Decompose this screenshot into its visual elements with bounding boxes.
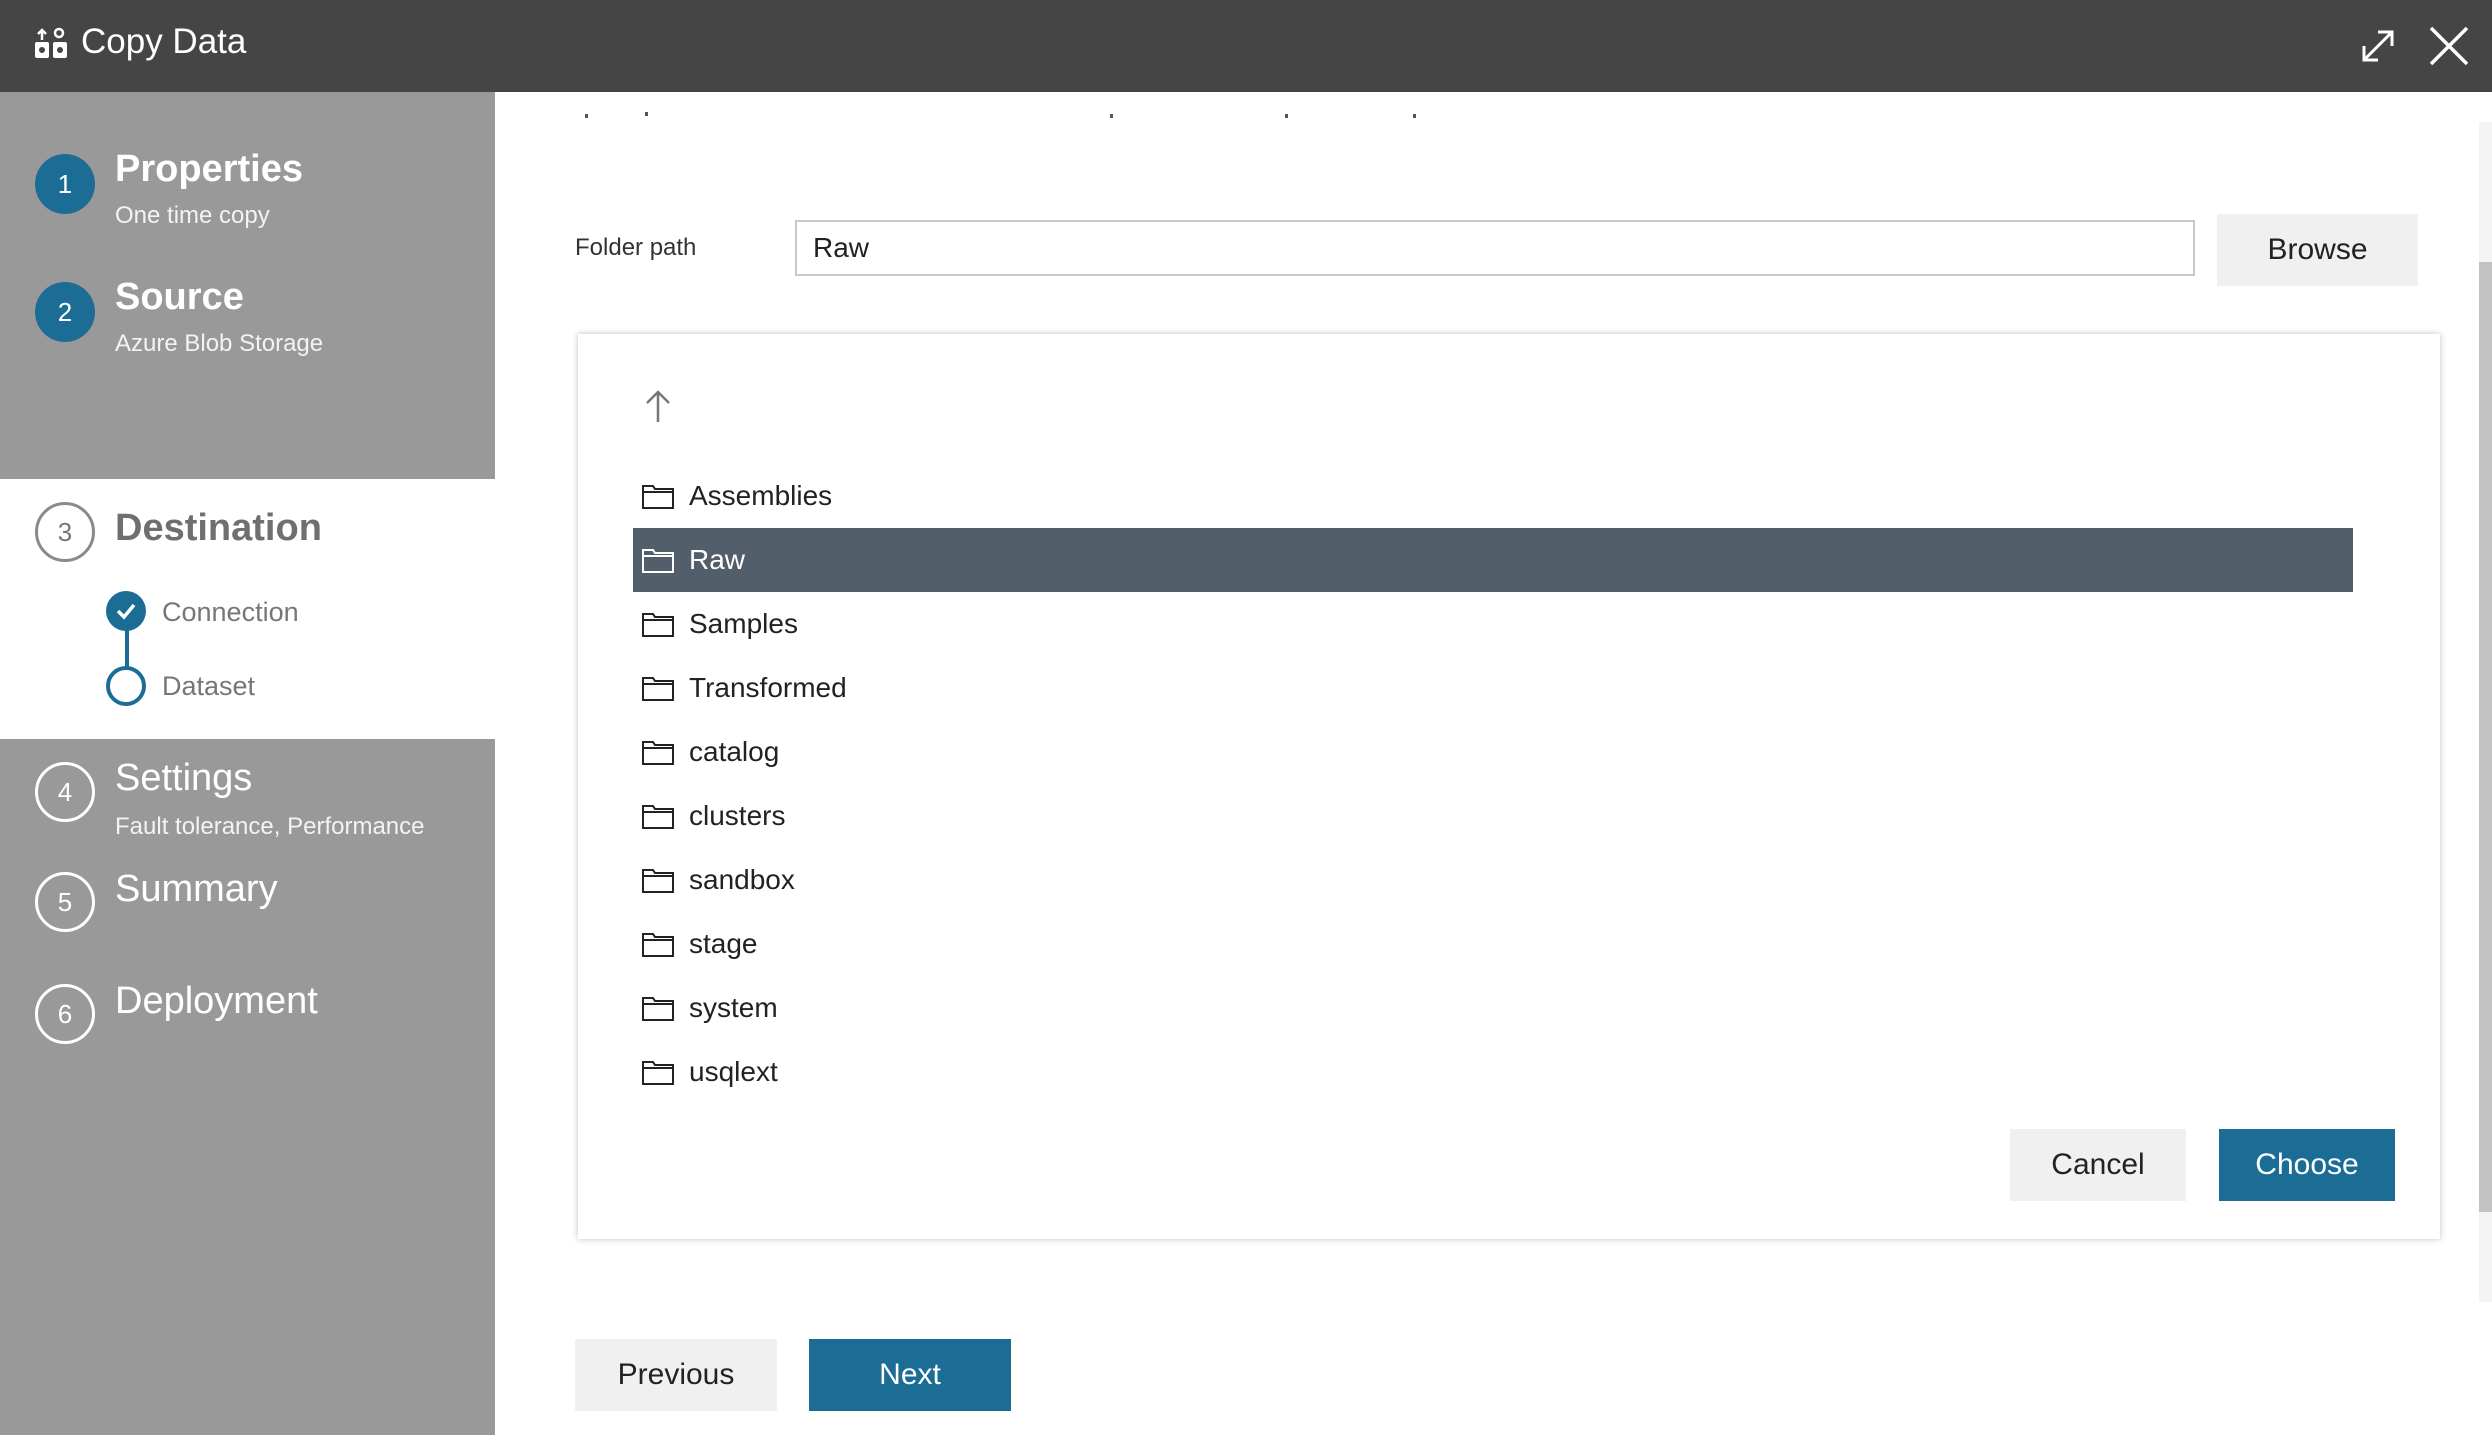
folder-icon	[642, 1061, 674, 1085]
title-bar: Copy Data	[0, 0, 2492, 92]
expand-button[interactable]	[2350, 18, 2406, 74]
browse-button[interactable]: Browse	[2217, 214, 2418, 286]
folder-name: Raw	[689, 544, 746, 575]
step-destination[interactable]: 3 Destination Connection Dataset	[0, 479, 495, 739]
cut-off-text	[585, 112, 1416, 118]
folder-name: Samples	[689, 608, 798, 639]
folder-icon	[642, 485, 674, 509]
folder-name: clusters	[689, 800, 786, 831]
folder-item-catalog[interactable]: catalog	[633, 720, 2353, 784]
substep-connection-status	[106, 591, 146, 631]
folder-icon	[642, 933, 674, 957]
step-title: Deployment	[115, 980, 318, 1022]
copy-data-icon	[35, 27, 67, 58]
step-source[interactable]: 2 Source Azure Blob Storage	[0, 260, 495, 370]
close-icon	[2429, 26, 2469, 66]
checkmark-icon	[116, 603, 136, 620]
next-button[interactable]: Next	[809, 1339, 1011, 1411]
folder-name: system	[689, 992, 778, 1023]
folder-item-clusters[interactable]: clusters	[633, 784, 2353, 848]
step-number: 4	[35, 762, 95, 822]
folder-icon	[642, 741, 674, 765]
folder-icon	[642, 869, 674, 893]
step-number: 3	[35, 502, 95, 562]
up-arrow-icon[interactable]	[638, 386, 678, 426]
folder-name: Transformed	[689, 672, 847, 703]
step-number: 6	[35, 984, 95, 1044]
step-title: Source	[115, 276, 244, 318]
folder-name: usqlext	[689, 1056, 778, 1087]
step-subtitle: Azure Blob Storage	[115, 330, 324, 357]
step-settings[interactable]: 4 Settings Fault tolerance, Performance	[0, 757, 495, 867]
folder-item-samples[interactable]: Samples	[633, 592, 2353, 656]
step-title: Summary	[115, 868, 278, 910]
step-summary[interactable]: 5 Summary	[0, 868, 495, 952]
folder-name: catalog	[689, 736, 780, 767]
folder-path-label: Folder path	[575, 234, 697, 261]
wizard-sidebar: 1 Properties One time copy 2 Source Azur…	[0, 92, 495, 1435]
folder-icon	[642, 677, 674, 701]
folder-icon	[642, 805, 674, 829]
substep-dataset-status	[106, 666, 146, 706]
step-properties[interactable]: 1 Properties One time copy	[0, 132, 495, 242]
folder-item-system[interactable]: system	[633, 976, 2353, 1040]
folder-item-assemblies[interactable]: Assemblies	[633, 464, 2353, 528]
folder-item-sandbox[interactable]: sandbox	[633, 848, 2353, 912]
step-number: 2	[35, 282, 95, 342]
folder-name: sandbox	[689, 864, 795, 895]
window-title: Copy Data	[81, 22, 247, 61]
choose-button[interactable]: Choose	[2219, 1129, 2395, 1201]
expand-icon	[2362, 30, 2394, 62]
step-deployment[interactable]: 6 Deployment	[0, 980, 495, 1064]
folder-item-usqlext[interactable]: usqlext	[633, 1040, 2353, 1104]
folder-name: stage	[689, 928, 758, 959]
step-title: Settings	[115, 757, 253, 799]
step-number: 1	[35, 154, 95, 214]
folder-icon	[642, 613, 674, 637]
folder-name: Assemblies	[689, 480, 833, 511]
folder-item-raw[interactable]: Raw	[633, 528, 2353, 592]
close-button[interactable]	[2421, 18, 2477, 74]
step-subtitle: Fault tolerance, Performance	[115, 813, 425, 840]
main-panel: Folder path Browse Assemblies Raw Sample…	[495, 92, 2492, 1435]
step-subtitle: One time copy	[115, 202, 270, 229]
step-number: 5	[35, 872, 95, 932]
folder-icon	[642, 997, 674, 1021]
folder-icon	[642, 549, 674, 573]
folder-item-transformed[interactable]: Transformed	[633, 656, 2353, 720]
folder-list: Assemblies Raw Samples Transformed catal…	[633, 464, 2353, 1104]
cancel-button[interactable]: Cancel	[2010, 1129, 2186, 1201]
folder-picker-dialog: Assemblies Raw Samples Transformed catal…	[578, 334, 2440, 1239]
previous-button[interactable]: Previous	[575, 1339, 777, 1411]
scrollbar-thumb[interactable]	[2479, 262, 2492, 1212]
folder-path-input[interactable]	[795, 220, 2195, 276]
step-title: Destination	[115, 507, 322, 549]
substep-connection[interactable]: Connection	[162, 597, 299, 628]
step-title: Properties	[115, 148, 303, 190]
folder-item-stage[interactable]: stage	[633, 912, 2353, 976]
substep-dataset[interactable]: Dataset	[162, 671, 255, 702]
